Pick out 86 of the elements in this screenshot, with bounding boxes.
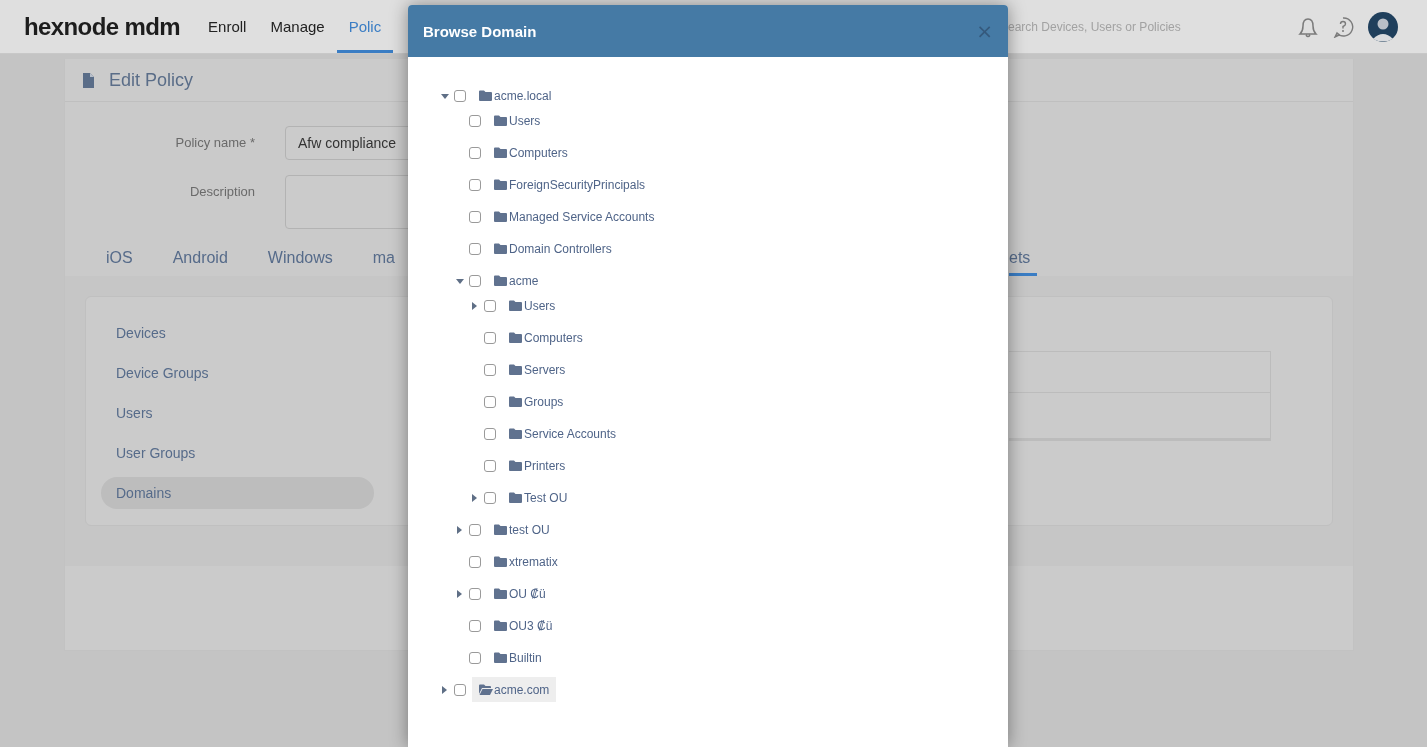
tree-item[interactable]: Users <box>487 108 548 133</box>
checkbox[interactable] <box>484 459 496 472</box>
tree-item[interactable]: xtrematix <box>487 549 565 574</box>
tree-item[interactable]: Printers <box>502 453 573 478</box>
checkbox[interactable] <box>469 210 481 223</box>
nav-tab[interactable]: Polic <box>336 0 394 53</box>
tree-item[interactable]: acme <box>487 268 546 293</box>
tree-item[interactable]: ForeignSecurityPrincipals <box>487 172 653 197</box>
caret-icon[interactable] <box>441 91 449 100</box>
avatar <box>1368 11 1398 42</box>
tree-item[interactable]: acme.local <box>472 83 559 108</box>
tree-item[interactable]: OU3 ₡ü <box>487 613 560 638</box>
caret-icon[interactable] <box>456 589 464 598</box>
tree-item[interactable]: test OU <box>487 517 557 542</box>
caret-icon[interactable] <box>456 525 464 534</box>
checkbox[interactable] <box>484 363 496 376</box>
checkbox[interactable] <box>484 427 496 440</box>
platform-tab[interactable]: Windows <box>247 242 353 276</box>
checkbox[interactable] <box>469 523 481 536</box>
checkbox[interactable] <box>454 683 466 696</box>
checkbox[interactable] <box>484 395 496 408</box>
tree-item[interactable]: OU ₡ü <box>487 581 553 606</box>
checkbox[interactable] <box>454 89 466 102</box>
help-icon <box>1332 15 1354 38</box>
field-label: Description <box>189 184 255 199</box>
checkbox[interactable] <box>469 274 481 287</box>
folder-icon <box>494 523 508 536</box>
checkbox[interactable] <box>469 146 481 159</box>
tree-item[interactable]: Service Accounts <box>502 421 624 446</box>
tree-item[interactable]: acme.com <box>472 677 557 702</box>
folder-icon <box>494 587 508 600</box>
folder-icon <box>494 178 508 191</box>
caret-icon[interactable] <box>471 301 479 310</box>
folder-icon <box>494 114 508 127</box>
tree-item[interactable]: Test OU <box>502 485 575 510</box>
folder-icon <box>509 363 523 376</box>
caret-icon[interactable] <box>471 493 479 502</box>
folder-icon <box>494 146 508 159</box>
tree-item[interactable]: Servers <box>502 357 573 382</box>
page-title: Edit Policy <box>109 69 194 91</box>
nav-tab[interactable]: Enroll <box>196 0 259 53</box>
logo: hexnode mdm <box>24 12 181 41</box>
checkbox[interactable] <box>469 651 481 664</box>
checkbox[interactable] <box>469 619 481 632</box>
folder-icon <box>479 683 493 696</box>
folder-icon <box>509 331 523 344</box>
checkbox[interactable] <box>484 491 496 504</box>
tree-item[interactable]: Builtin <box>487 645 549 670</box>
dialog-title: Browse Domain <box>423 22 537 40</box>
tree-item[interactable]: Domain Controllers <box>487 236 619 261</box>
sidebar-item[interactable]: Users <box>101 397 374 429</box>
checkbox[interactable] <box>469 242 481 255</box>
checkbox[interactable] <box>469 587 481 600</box>
checkbox[interactable] <box>469 178 481 191</box>
folder-icon <box>494 210 508 223</box>
caret-icon[interactable] <box>456 276 464 285</box>
caret-icon[interactable] <box>441 685 449 694</box>
folder-icon <box>494 555 508 568</box>
document-icon <box>83 72 94 88</box>
checkbox[interactable] <box>484 299 496 312</box>
folder-icon <box>509 427 523 440</box>
folder-icon <box>494 651 508 664</box>
folder-icon <box>509 299 523 312</box>
tree-item[interactable]: Computers <box>487 140 575 165</box>
bell-icon <box>1296 15 1320 38</box>
folder-icon <box>509 459 523 472</box>
folder-icon <box>494 242 508 255</box>
platform-tab[interactable]: iOS <box>86 242 153 276</box>
sidebar-item[interactable]: Device Groups <box>101 357 374 389</box>
tree-item[interactable]: Users <box>502 293 563 318</box>
folder-icon <box>494 619 508 632</box>
sidebar-item[interactable]: User Groups <box>101 437 374 469</box>
nav-tab[interactable]: Manage <box>258 0 337 53</box>
checkbox[interactable] <box>484 331 496 344</box>
tree-item[interactable]: Computers <box>502 325 590 350</box>
checkbox[interactable] <box>469 555 481 568</box>
tree-item[interactable]: Groups <box>502 389 571 414</box>
tree-item[interactable]: Managed Service Accounts <box>487 204 662 229</box>
folder-icon <box>494 274 508 287</box>
folder-icon <box>509 395 523 408</box>
folder-icon <box>479 89 493 102</box>
folder-icon <box>509 491 523 504</box>
field-label: Policy name * <box>175 135 255 150</box>
checkbox[interactable] <box>469 114 481 127</box>
platform-tab[interactable]: Android <box>152 242 248 276</box>
sidebar-item[interactable]: Devices <box>101 317 374 349</box>
